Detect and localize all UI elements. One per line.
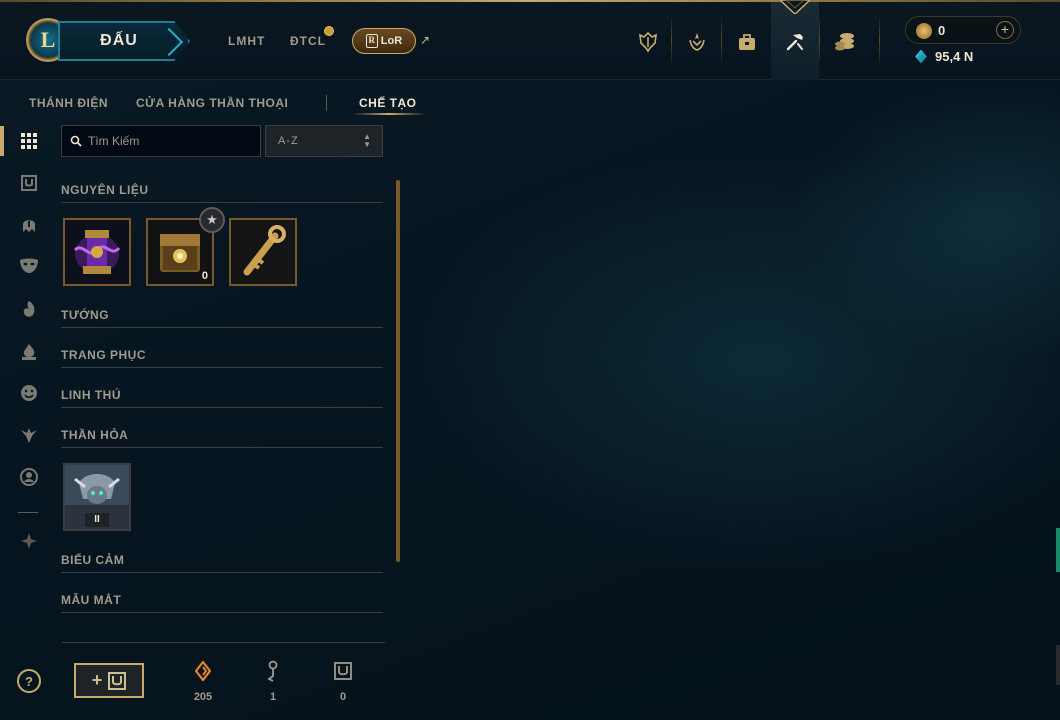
lor-logo-icon: R xyxy=(365,34,378,48)
side-panel-tab[interactable] xyxy=(1056,528,1060,572)
grid-all-icon[interactable] xyxy=(16,128,42,154)
icon-filter-icon[interactable] xyxy=(16,464,42,490)
notification-dot xyxy=(324,26,334,36)
champion-filter-icon[interactable] xyxy=(16,212,42,238)
section-divider xyxy=(61,612,383,613)
section-divider xyxy=(61,367,383,368)
nav-link-lmht[interactable]: LMHT xyxy=(228,34,265,48)
nav-link-dtcl[interactable]: ĐTCL xyxy=(290,34,326,48)
chest-filter-icon[interactable] xyxy=(16,170,42,196)
section-eternals[interactable]: THẦN HỎA xyxy=(61,428,128,442)
skin-filter-icon[interactable] xyxy=(16,253,42,279)
external-link-icon: ↗ xyxy=(420,33,431,47)
nav-divider xyxy=(671,14,672,66)
lor-button[interactable]: R LoR xyxy=(352,28,416,54)
nav-active-indicator xyxy=(780,0,810,14)
search-box xyxy=(61,125,261,157)
section-divider xyxy=(61,202,383,203)
key-fragment-stat: 1 xyxy=(253,659,293,703)
ward-filter-icon[interactable] xyxy=(16,422,42,448)
nav-divider xyxy=(721,14,722,66)
chest-stat-icon xyxy=(323,659,363,683)
add-chest-button[interactable]: + xyxy=(74,663,144,698)
blue-essence-balance: 95,4 N xyxy=(915,49,973,64)
nav-divider xyxy=(819,14,820,66)
blue-essence-value: 95,4 N xyxy=(935,49,974,64)
search-input[interactable] xyxy=(88,134,248,148)
hextech-key-icon xyxy=(231,220,295,284)
misc-filter-icon[interactable] xyxy=(16,528,42,554)
champion-token-tile[interactable]: II xyxy=(63,463,131,531)
key-fragment-icon xyxy=(253,659,293,683)
sort-chevrons-icon: ▲ ▼ xyxy=(363,132,372,149)
play-button[interactable]: ĐẤU xyxy=(58,21,190,61)
key-fragment-value: 1 xyxy=(269,691,277,703)
rail-active-indicator xyxy=(0,126,4,156)
side-panel-tab-2[interactable] xyxy=(1056,645,1060,685)
mastery-rank-badge: II xyxy=(85,513,109,527)
orange-essence-icon xyxy=(183,659,223,683)
rp-value: 0 xyxy=(938,23,946,38)
section-divider xyxy=(61,407,383,408)
scrollbar[interactable] xyxy=(396,180,400,562)
section-ward-skins[interactable]: MẪU MẮT xyxy=(61,593,121,607)
eternals-filter-icon[interactable] xyxy=(16,339,42,365)
section-divider xyxy=(61,447,383,448)
section-divider xyxy=(61,572,383,573)
trophy-icon[interactable] xyxy=(628,22,668,62)
collection-icon[interactable] xyxy=(727,22,767,62)
loot-icon[interactable] xyxy=(775,22,815,62)
chest-stat: 0 xyxy=(323,659,363,703)
search-icon xyxy=(70,135,82,147)
star-icon: ★ xyxy=(199,207,225,233)
blue-essence-icon xyxy=(915,49,927,64)
sort-value: A-Z xyxy=(278,135,299,147)
sort-select[interactable]: A-Z ▲ ▼ xyxy=(265,125,383,157)
logo-letter: L xyxy=(40,27,56,52)
section-emotes[interactable]: BIỂU CẢM xyxy=(61,553,124,567)
section-skins[interactable]: TRANG PHỤC xyxy=(61,348,146,362)
emote-filter-icon[interactable] xyxy=(16,380,42,406)
bottom-divider xyxy=(62,642,385,643)
rp-coin-icon xyxy=(916,23,932,39)
section-divider xyxy=(61,327,383,328)
rp-balance: 0 + xyxy=(905,16,1021,44)
store-icon[interactable] xyxy=(825,22,865,62)
help-button[interactable]: ? xyxy=(17,669,41,693)
nav-divider xyxy=(879,14,880,66)
chest-value: 0 xyxy=(339,691,347,703)
tab-crafting[interactable]: CHẾ TẠO xyxy=(359,96,417,110)
orange-essence-value: 205 xyxy=(193,691,213,703)
subnav-divider xyxy=(326,95,327,111)
rail-divider xyxy=(18,512,38,513)
play-label: ĐẤU xyxy=(100,32,138,49)
ranked-icon[interactable] xyxy=(677,22,717,62)
material-tile-hextech-key[interactable] xyxy=(229,218,297,286)
tab-sanctum[interactable]: THÁNH ĐIỆN xyxy=(29,96,108,110)
pet-filter-icon[interactable] xyxy=(16,296,42,322)
section-pets[interactable]: LINH THÚ xyxy=(61,388,121,402)
material-tile-mythic-orb[interactable] xyxy=(63,218,131,286)
section-champions[interactable]: TƯỚNG xyxy=(61,308,109,322)
buy-rp-button[interactable]: + xyxy=(996,21,1014,39)
chest-icon xyxy=(108,671,127,690)
lor-label: LoR xyxy=(380,35,403,47)
orange-essence-stat: 205 xyxy=(183,659,223,703)
plus-icon: + xyxy=(91,670,103,690)
mythic-orb-icon xyxy=(65,220,129,284)
tab-active-underline xyxy=(352,113,426,115)
tab-mythic-shop[interactable]: CỬA HÀNG THẦN THOẠI xyxy=(136,96,288,110)
tile-quantity: 0 xyxy=(201,270,208,282)
section-materials[interactable]: NGUYÊN LIỆU xyxy=(61,183,149,197)
